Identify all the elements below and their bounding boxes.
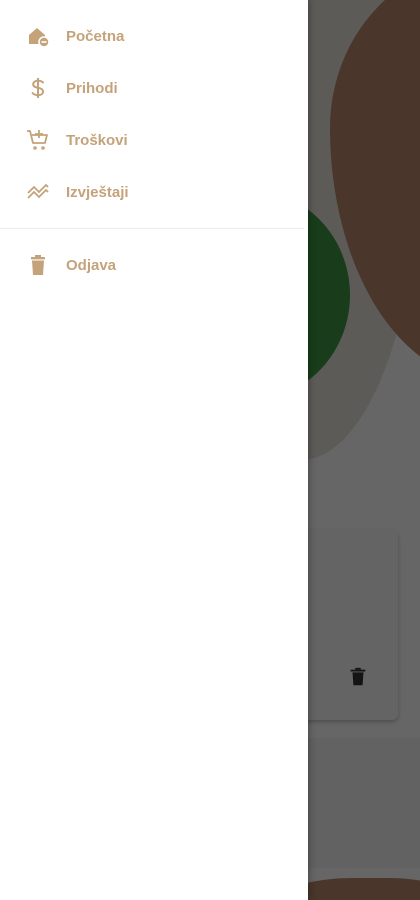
drawer-item-label: Troškovi bbox=[66, 131, 128, 149]
drawer-item-label: Početna bbox=[66, 27, 125, 45]
home-icon bbox=[26, 24, 50, 48]
cart-add-icon bbox=[26, 128, 50, 152]
drawer-divider bbox=[0, 228, 304, 229]
navigation-drawer: Početna Prihodi Troškovi Izvještaji Odja… bbox=[0, 0, 308, 900]
drawer-item-odjava[interactable]: Odjava bbox=[0, 239, 308, 291]
drawer-item-label: Izvještaji bbox=[66, 183, 129, 201]
drawer-item-prihodi[interactable]: Prihodi bbox=[0, 62, 308, 114]
drawer-item-label: Odjava bbox=[66, 256, 117, 274]
drawer-item-label: Prihodi bbox=[66, 79, 118, 97]
drawer-item-pocetna[interactable]: Početna bbox=[0, 10, 308, 62]
drawer-item-izvjestaji[interactable]: Izvještaji bbox=[0, 166, 308, 218]
drawer-item-troskovi[interactable]: Troškovi bbox=[0, 114, 308, 166]
drawer-menu-primary: Početna Prihodi Troškovi Izvještaji bbox=[0, 0, 308, 218]
trash-icon bbox=[26, 253, 50, 277]
dollar-icon bbox=[26, 76, 50, 100]
trend-chart-icon bbox=[26, 180, 50, 204]
drawer-menu-secondary: Odjava bbox=[0, 239, 308, 291]
